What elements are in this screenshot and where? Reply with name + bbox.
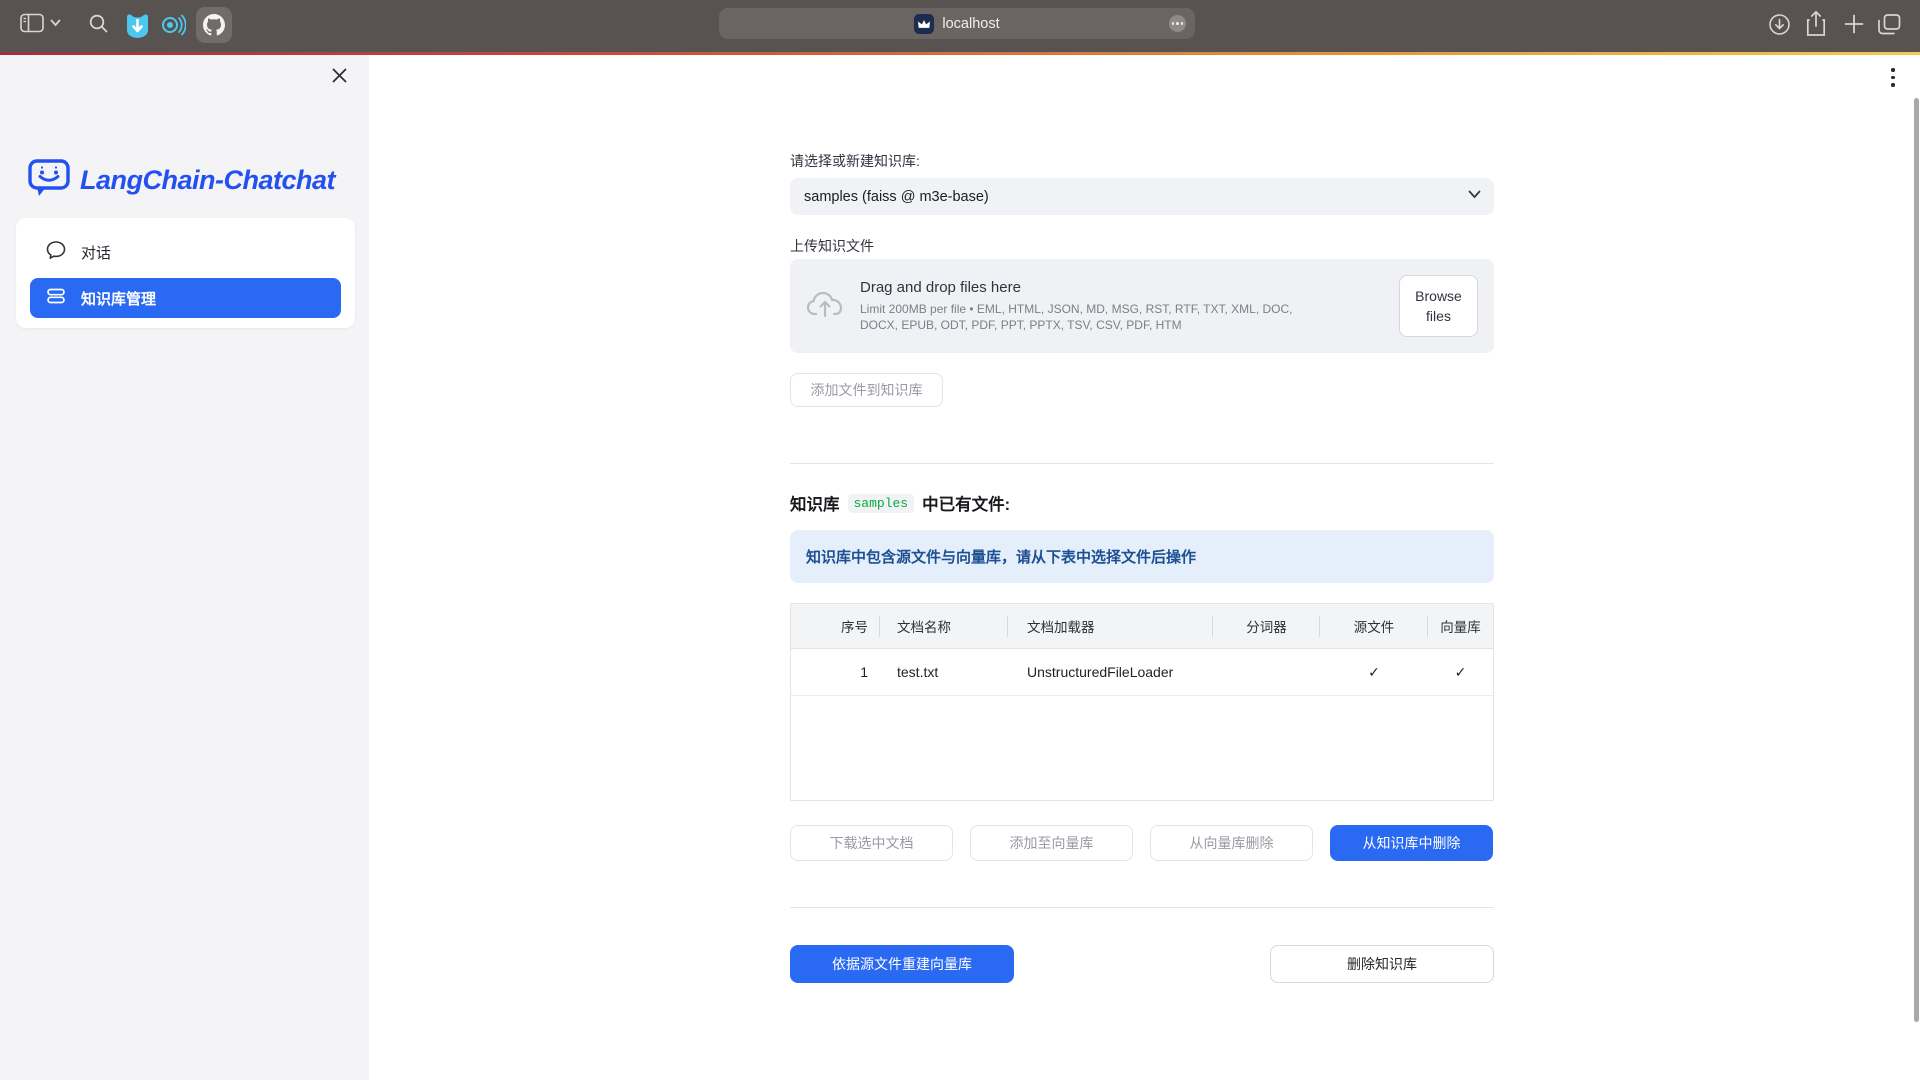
col-header-source: 源文件 xyxy=(1320,604,1428,648)
browser-toolbar: localhost xyxy=(0,0,1920,52)
kb-files-heading: 知识库 samples 中已有文件: xyxy=(790,491,1494,515)
cloud-upload-icon xyxy=(806,289,844,324)
sidebar-nav: 对话 知识库管理 xyxy=(16,218,355,328)
app-logo: LangChain-Chatchat xyxy=(28,158,335,203)
cell-name: test.txt xyxy=(880,649,1008,695)
file-dropzone[interactable]: Drag and drop files here Limit 200MB per… xyxy=(790,259,1494,353)
delete-from-kb-button[interactable]: 从知识库中删除 xyxy=(1330,825,1493,861)
radar-extension-icon[interactable] xyxy=(158,11,186,39)
add-to-vectorstore-button[interactable]: 添加至向量库 xyxy=(970,825,1133,861)
kb-select-label: 请选择或新建知识库: xyxy=(790,151,1494,171)
rebuild-vectorstore-button[interactable]: 依据源文件重建向量库 xyxy=(790,945,1014,983)
tab-overview-icon[interactable] xyxy=(1877,13,1902,37)
cell-source-check: ✓ xyxy=(1320,649,1428,695)
kb-level-buttons: 依据源文件重建向量库 删除知识库 xyxy=(790,945,1494,983)
col-header-name: 文档名称 xyxy=(880,604,1008,648)
select-chevron-icon xyxy=(1468,190,1481,199)
new-tab-icon[interactable] xyxy=(1843,13,1865,35)
database-stack-icon xyxy=(46,286,66,310)
scrollbar-thumb[interactable] xyxy=(1914,98,1919,1022)
site-favicon xyxy=(914,14,934,34)
streamlit-menu-icon[interactable] xyxy=(1884,68,1902,90)
table-header-row: 序号 文档名称 文档加载器 分词器 源文件 向量库 xyxy=(791,604,1493,649)
table-row[interactable]: 1 test.txt UnstructuredFileLoader ✓ ✓ xyxy=(791,649,1493,696)
cell-index: 1 xyxy=(791,649,880,695)
sidebar-item-dialogue[interactable]: 对话 xyxy=(30,232,341,272)
main-content: 请选择或新建知识库: samples (faiss @ m3e-base) 上传… xyxy=(369,55,1920,1080)
url-text: localhost xyxy=(942,16,999,32)
browse-files-button[interactable]: Browse files xyxy=(1399,275,1478,337)
sidebar: LangChain-Chatchat 对话 知识库管理 xyxy=(0,55,369,1080)
search-icon[interactable] xyxy=(88,13,109,34)
app-window: LangChain-Chatchat 对话 知识库管理 请选择或新建知识库: xyxy=(0,55,1920,1080)
cell-loader: UnstructuredFileLoader xyxy=(1008,649,1213,695)
heading-suffix: 中已有文件: xyxy=(922,491,1010,515)
kb-name-code: samples xyxy=(848,494,915,513)
col-header-index: 序号 xyxy=(791,604,880,648)
col-header-splitter: 分词器 xyxy=(1213,604,1320,648)
info-banner: 知识库中包含源文件与向量库，请从下表中选择文件后操作 xyxy=(790,530,1494,583)
dropzone-hint: Limit 200MB per file • EML, HTML, JSON, … xyxy=(860,301,1320,333)
delete-from-vectorstore-button[interactable]: 从向量库删除 xyxy=(1150,825,1313,861)
dropzone-text: Drag and drop files here Limit 200MB per… xyxy=(860,279,1320,333)
files-table: 序号 文档名称 文档加载器 分词器 源文件 向量库 1 test.txt Uns… xyxy=(790,603,1494,801)
kb-select-value: samples (faiss @ m3e-base) xyxy=(804,189,989,205)
divider xyxy=(790,463,1494,464)
github-extension-icon[interactable] xyxy=(196,7,232,43)
cell-vector-check: ✓ xyxy=(1428,649,1493,695)
divider xyxy=(790,907,1494,908)
chevron-down-icon[interactable] xyxy=(50,19,61,27)
heading-prefix: 知识库 xyxy=(790,491,840,515)
add-files-to-kb-button[interactable]: 添加文件到知识库 xyxy=(790,373,943,407)
delete-kb-button[interactable]: 删除知识库 xyxy=(1270,945,1494,983)
kb-select[interactable]: samples (faiss @ m3e-base) xyxy=(790,178,1494,215)
downloads-icon[interactable] xyxy=(1768,13,1791,36)
address-bar[interactable]: localhost xyxy=(719,8,1195,39)
page-options-icon[interactable] xyxy=(1169,15,1186,32)
dropzone-title: Drag and drop files here xyxy=(860,279,1320,296)
share-icon[interactable] xyxy=(1805,10,1827,37)
download-selected-button[interactable]: 下载选中文档 xyxy=(790,825,953,861)
sidebar-item-label: 对话 xyxy=(81,242,111,263)
sidebar-toggle-icon[interactable] xyxy=(20,13,44,33)
app-logo-text: LangChain-Chatchat xyxy=(80,165,335,196)
col-header-vector: 向量库 xyxy=(1428,604,1493,648)
table-empty-area xyxy=(791,696,1493,800)
file-action-buttons: 下载选中文档 添加至向量库 从向量库删除 从知识库中删除 xyxy=(790,825,1494,861)
blocker-extension-icon[interactable] xyxy=(124,11,151,40)
sidebar-close-icon[interactable] xyxy=(331,67,351,87)
cell-splitter xyxy=(1213,649,1320,695)
sidebar-item-label: 知识库管理 xyxy=(81,288,156,309)
chatchat-logo-icon xyxy=(28,158,70,203)
chat-bubble-icon xyxy=(46,240,66,264)
sidebar-item-knowledge-base[interactable]: 知识库管理 xyxy=(30,278,341,318)
col-header-loader: 文档加载器 xyxy=(1008,604,1213,648)
upload-section-label: 上传知识文件 xyxy=(790,236,1494,256)
